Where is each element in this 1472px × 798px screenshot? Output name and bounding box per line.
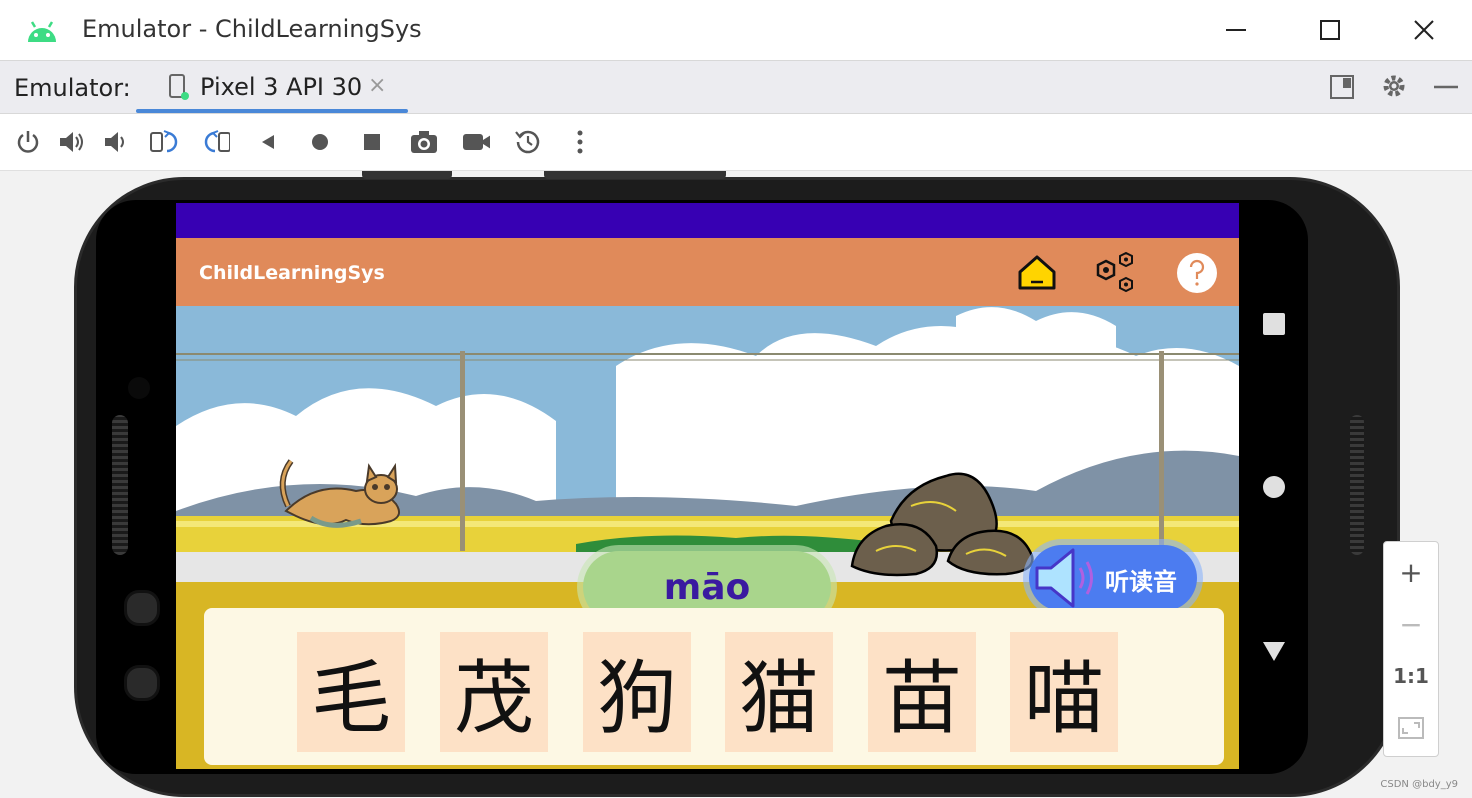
front-camera (128, 377, 150, 399)
home-button[interactable] (306, 128, 334, 156)
rotate-left-icon (150, 130, 178, 153)
more-options-button[interactable] (566, 128, 594, 156)
nav-back-button[interactable] (1262, 640, 1286, 662)
android-logo-icon (28, 21, 56, 42)
window-mode-icon[interactable] (1330, 75, 1354, 99)
volume-up-icon (60, 132, 83, 152)
device-phone-icon (169, 74, 189, 100)
speaker-grille-right (1350, 415, 1364, 555)
nav-home-button[interactable] (1263, 476, 1285, 498)
status-bar (176, 203, 1239, 238)
phone-volume-button (544, 171, 726, 179)
speaker-grille-left (112, 415, 128, 555)
app-title: ChildLearningSys (199, 262, 385, 284)
power-icon (17, 131, 39, 153)
close-icon (1414, 20, 1434, 40)
camera-icon (411, 131, 437, 153)
settings-gear-icon[interactable] (1381, 73, 1407, 99)
character-options-panel: 毛 茂 狗 猫 苗 喵 (204, 608, 1224, 765)
settings-hexagons-icon[interactable] (1094, 252, 1136, 294)
zoom-controls: + − 1:1 (1383, 541, 1439, 757)
screen-record-button[interactable] (462, 128, 490, 156)
fit-screen-icon (1398, 717, 1424, 739)
help-question-icon[interactable] (1176, 252, 1218, 294)
character-card[interactable]: 喵 (1010, 632, 1118, 752)
window-title: Emulator - ChildLearningSys (82, 15, 422, 43)
character-card[interactable]: 苗 (868, 632, 976, 752)
listen-label: 听读音 (1105, 568, 1177, 596)
character-card[interactable]: 狗 (583, 632, 691, 752)
emulator-tabs-bar: Emulator: Pixel 3 API 30 × (0, 61, 1472, 114)
back-button[interactable] (254, 128, 282, 156)
active-tab-indicator (136, 109, 408, 113)
volume-down-button[interactable] (102, 128, 130, 156)
listen-pronunciation-button[interactable]: 听读音 (1029, 545, 1197, 611)
overview-icon (364, 134, 380, 150)
window-title-bar: Emulator - ChildLearningSys (0, 0, 1472, 61)
rotate-right-button[interactable] (202, 128, 230, 156)
tab-close-icon[interactable]: × (368, 73, 386, 98)
maximize-button[interactable] (1310, 10, 1350, 50)
emulator-toolbar (0, 114, 1472, 171)
maximize-icon (1320, 20, 1340, 40)
character-card[interactable]: 猫 (725, 632, 833, 752)
app-bar: ChildLearningSys (176, 238, 1239, 306)
phone-side-button (362, 171, 452, 179)
nav-recents-button[interactable] (1263, 313, 1285, 335)
tab-label: Pixel 3 API 30 (200, 73, 363, 101)
character-card[interactable]: 毛 (297, 632, 405, 752)
front-sensor-2 (124, 665, 160, 701)
rotate-right-icon (204, 130, 230, 153)
watermark: CSDN @bdy_y9 (1380, 779, 1458, 790)
minimize-button[interactable] (1216, 10, 1256, 50)
close-window-button[interactable] (1404, 10, 1444, 50)
snapshot-history-icon (515, 130, 540, 154)
power-button[interactable] (14, 128, 42, 156)
minimize-icon (1226, 29, 1246, 31)
emulator-label: Emulator: (14, 74, 131, 102)
overview-button[interactable] (358, 128, 386, 156)
home-house-icon[interactable] (1016, 252, 1058, 294)
zoom-fit-button[interactable] (1384, 702, 1438, 754)
front-sensor-1 (124, 590, 160, 626)
more-vertical-icon (577, 130, 583, 154)
volume-down-icon (105, 132, 124, 152)
back-icon (262, 135, 274, 149)
app-screen: ChildLearningSys māo 听读音 毛 茂 狗 猫 苗 喵 (176, 203, 1239, 769)
zoom-actual-size-button[interactable]: 1:1 (1384, 650, 1438, 702)
video-camera-icon (463, 134, 490, 150)
volume-up-button[interactable] (58, 128, 86, 156)
hide-panel-icon[interactable] (1434, 75, 1458, 99)
rotate-left-button[interactable] (150, 128, 178, 156)
zoom-in-button[interactable]: + (1384, 546, 1438, 598)
speaker-sound-icon (1035, 548, 1093, 608)
screenshot-button[interactable] (410, 128, 438, 156)
character-card[interactable]: 茂 (440, 632, 548, 752)
snapshot-button[interactable] (514, 128, 542, 156)
tab-pixel-3-api-30[interactable]: Pixel 3 API 30 × (136, 61, 408, 113)
home-icon (312, 134, 328, 150)
zoom-out-button[interactable]: − (1384, 598, 1438, 650)
